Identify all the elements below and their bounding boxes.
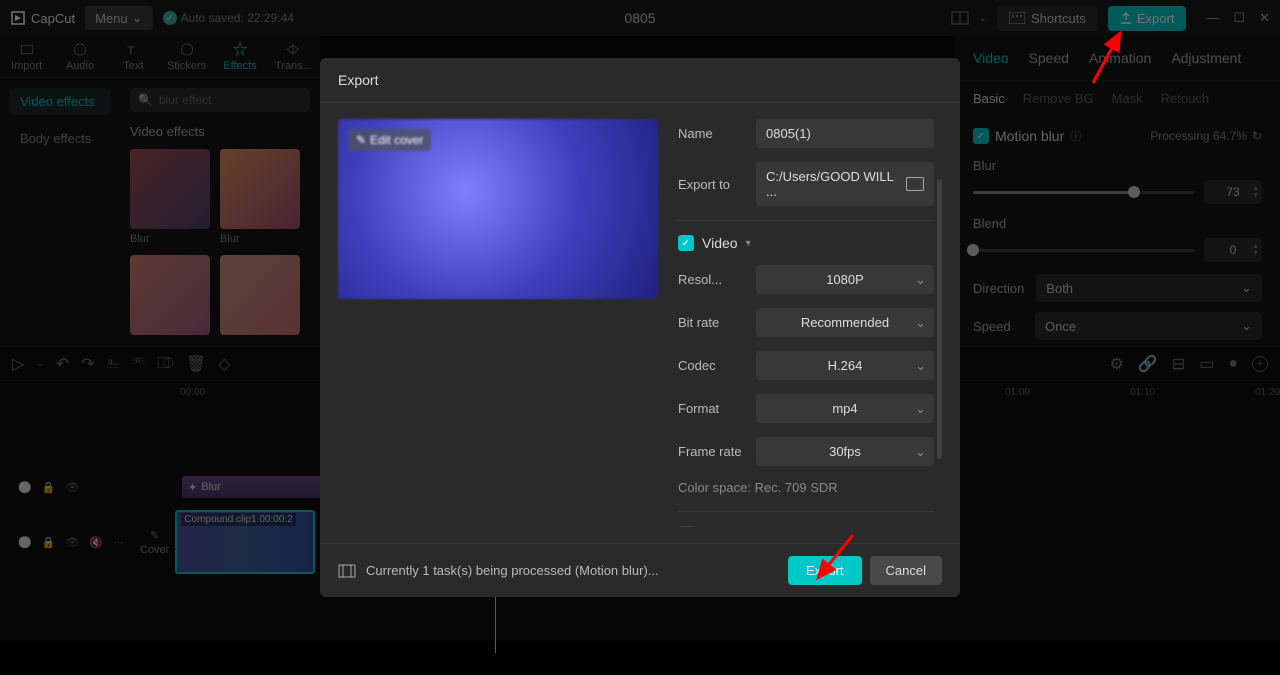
- video-section-label: Video: [702, 235, 738, 251]
- video-checkbox[interactable]: ✓: [678, 235, 694, 251]
- colorspace-info: Color space: Rec. 709 SDR: [678, 480, 934, 495]
- scrollbar[interactable]: [937, 179, 942, 459]
- framerate-label: Frame rate: [678, 444, 746, 459]
- framerate-select[interactable]: 30fps: [756, 437, 934, 466]
- divider: [678, 220, 934, 221]
- exportto-label: Export to: [678, 177, 746, 192]
- modal-overlay: Export ✎ Edit cover Name 0805(1) Export …: [0, 0, 1280, 675]
- export-confirm-button[interactable]: Export: [788, 556, 862, 585]
- edit-cover-label: Edit cover: [370, 133, 423, 147]
- dialog-title: Export: [320, 58, 960, 103]
- cancel-button[interactable]: Cancel: [870, 556, 942, 585]
- codec-label: Codec: [678, 358, 746, 373]
- dialog-footer: Currently 1 task(s) being processed (Mot…: [320, 543, 960, 597]
- pencil-icon: ✎: [356, 133, 366, 147]
- resolution-select[interactable]: 1080P: [756, 265, 934, 294]
- exportto-input[interactable]: C:/Users/GOOD WILL ...: [756, 162, 934, 206]
- export-dialog: Export ✎ Edit cover Name 0805(1) Export …: [320, 58, 960, 597]
- edit-cover-button[interactable]: ✎ Edit cover: [348, 129, 431, 151]
- export-form: Name 0805(1) Export to C:/Users/GOOD WIL…: [678, 119, 942, 527]
- codec-select[interactable]: H.264: [756, 351, 934, 380]
- resolution-label: Resol...: [678, 272, 746, 287]
- bitrate-select[interactable]: Recommended: [756, 308, 934, 337]
- folder-icon[interactable]: [906, 177, 924, 191]
- audio-section-label: Audio: [702, 526, 738, 527]
- footer-status: Currently 1 task(s) being processed (Mot…: [338, 563, 659, 578]
- audio-checkbox[interactable]: [678, 526, 694, 527]
- format-select[interactable]: mp4: [756, 394, 934, 423]
- status-text: Currently 1 task(s) being processed (Mot…: [366, 563, 659, 578]
- cover-preview: ✎ Edit cover: [338, 119, 658, 299]
- film-icon: [338, 564, 356, 578]
- format-label: Format: [678, 401, 746, 416]
- name-label: Name: [678, 126, 746, 141]
- bitrate-label: Bit rate: [678, 315, 746, 330]
- chevron-down-icon[interactable]: ▾: [746, 238, 751, 249]
- divider: [678, 511, 934, 512]
- name-input[interactable]: 0805(1): [756, 119, 934, 148]
- path-value: C:/Users/GOOD WILL ...: [766, 169, 906, 199]
